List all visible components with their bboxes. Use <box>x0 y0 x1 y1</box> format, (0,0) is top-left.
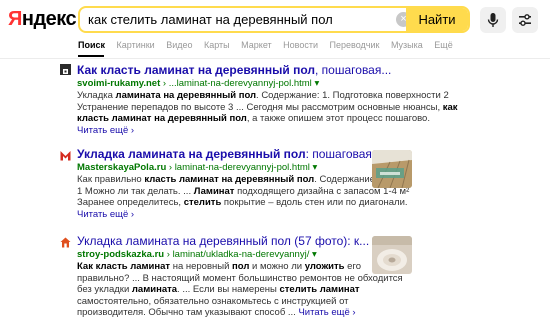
yandex-logo[interactable]: Яндекс <box>8 8 77 30</box>
sliders-icon <box>519 14 531 26</box>
active-tab-indicator <box>78 55 104 57</box>
result-path: › ...laminat-na-derevyannyj-pol.html <box>162 78 312 89</box>
result-title-link[interactable]: Укладка ламината на деревянный пол: поша… <box>77 147 382 161</box>
result-snippet: Укладка ламината на деревянный пол. Соде… <box>77 90 458 136</box>
result-url[interactable]: stroy-podskazka.ru › laminat/ukladka-na-… <box>77 249 317 261</box>
logo-rest: ндекс <box>21 8 77 30</box>
search-settings-button[interactable] <box>512 7 538 33</box>
tab-video[interactable]: Видео <box>166 40 192 50</box>
voice-search-button[interactable] <box>480 7 506 33</box>
tab-more[interactable]: Ещё <box>434 40 452 50</box>
chevron-down-icon[interactable]: ▾ <box>313 162 318 173</box>
result-url[interactable]: svoimi-rukamy.net › ...laminat-na-derevy… <box>77 78 319 90</box>
header: Яндекс × Найти <box>0 0 550 38</box>
search-tabs: Поиск Картинки Видео Карты Маркет Новост… <box>78 40 462 57</box>
result-host: svoimi-rukamy.net <box>77 78 161 89</box>
result-title-bold: Как класть ламинат на деревянный пол <box>77 63 316 77</box>
read-more-link[interactable]: Читать ещё › <box>298 307 355 318</box>
tab-music[interactable]: Музыка <box>391 40 423 50</box>
site-favicon-icon <box>60 64 71 75</box>
result-host: MasterskayaPola.ru <box>77 162 167 173</box>
chevron-down-icon[interactable]: ▾ <box>314 78 319 89</box>
result-thumbnail-image[interactable] <box>372 150 412 188</box>
result-title-bold: Укладка ламината на деревянный пол <box>77 234 291 248</box>
result-snippet: Как правильно класть ламинат на деревянн… <box>77 174 410 220</box>
house-favicon-icon <box>60 235 71 248</box>
result-title-rest: : пошаговая... <box>305 147 382 161</box>
search-box: × Найти <box>78 6 470 33</box>
result-host: stroy-podskazka.ru <box>77 249 165 260</box>
search-input[interactable] <box>88 8 388 31</box>
tab-market[interactable]: Маркет <box>241 40 271 50</box>
microphone-icon <box>487 13 499 27</box>
find-button[interactable]: Найти <box>406 8 468 31</box>
site-favicon-icon <box>60 148 71 161</box>
tab-translator[interactable]: Переводчик <box>330 40 380 50</box>
result-url[interactable]: MasterskayaPola.ru › laminat-na-derevyan… <box>77 162 317 174</box>
header-divider <box>0 58 550 59</box>
result-title-bold: Укладка ламината на деревянный пол <box>77 147 306 161</box>
read-more-link[interactable]: Читать ещё › <box>77 209 134 220</box>
result-title-rest: (57 фото): к... <box>290 234 370 248</box>
read-more-link[interactable]: Читать ещё › <box>77 125 134 136</box>
result-path: › laminat-na-derevyannyj-pol.html <box>168 162 310 173</box>
tab-search[interactable]: Поиск <box>78 40 105 50</box>
result-path: › laminat/ukladka-na-derevyannyj/ <box>166 249 310 260</box>
tab-images[interactable]: Картинки <box>117 40 155 50</box>
chevron-down-icon[interactable]: ▾ <box>312 249 317 260</box>
result-snippet: Как класть ламинат на неровный пол и мож… <box>77 261 403 318</box>
result-thumbnail-image[interactable] <box>372 236 412 274</box>
logo-first-letter: Я <box>8 8 22 30</box>
tab-news[interactable]: Новости <box>283 40 318 50</box>
tab-maps[interactable]: Карты <box>204 40 230 50</box>
result-title-link[interactable]: Как класть ламинат на деревянный пол, по… <box>77 63 391 77</box>
result-title-rest: , пошаговая... <box>315 63 392 77</box>
result-title-link[interactable]: Укладка ламината на деревянный пол (57 ф… <box>77 234 369 248</box>
